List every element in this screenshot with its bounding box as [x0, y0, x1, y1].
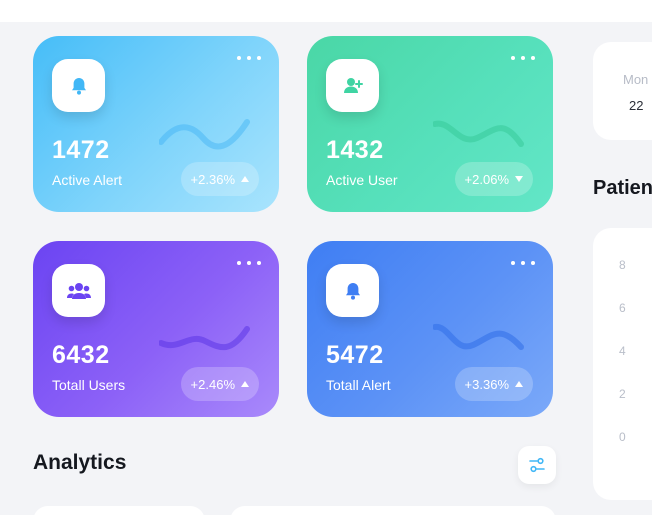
bell-icon: [71, 77, 86, 95]
total-users-card[interactable]: 6432 Totall Users +2.46%: [33, 241, 279, 417]
y-axis-tick: 2: [619, 387, 626, 401]
wave-decoration: [433, 120, 524, 147]
active-alert-change: +2.36%: [190, 171, 235, 187]
active-alert-count: 1472: [52, 136, 110, 164]
analytics-card: [33, 506, 205, 515]
active-user-change-pill: +2.06%: [454, 162, 533, 196]
y-axis-tick: 4: [619, 344, 626, 358]
users-group-icon: [66, 282, 91, 299]
total-alert-card[interactable]: 5472 Totall Alert +3.36%: [307, 241, 553, 417]
total-users-change-pill: +2.46%: [180, 367, 259, 401]
top-bar: [0, 0, 652, 22]
analytics-title: Analytics: [33, 451, 127, 474]
calendar-date: 22: [629, 98, 644, 113]
active-user-label: Active User: [326, 172, 398, 188]
trend-down-icon: [515, 176, 523, 182]
y-axis-tick: 8: [619, 258, 626, 272]
wave-decoration: [433, 324, 524, 350]
trend-up-icon: [241, 176, 249, 182]
total-users-icon-tile: [52, 264, 105, 317]
y-axis-tick: 0: [619, 430, 626, 444]
trend-up-icon: [241, 381, 249, 387]
wave-decoration: [159, 326, 250, 351]
active-alert-change-pill: +2.36%: [180, 162, 259, 196]
more-options-icon[interactable]: [237, 52, 261, 64]
active-alert-icon-tile: [52, 59, 105, 112]
more-options-icon[interactable]: [237, 257, 261, 269]
active-user-icon-tile: [326, 59, 379, 112]
trend-up-icon: [515, 381, 523, 387]
total-alert-count: 5472: [326, 341, 384, 369]
total-users-label: Totall Users: [52, 377, 126, 393]
total-alert-change: +3.36%: [464, 376, 509, 392]
active-user-card[interactable]: 1432 Active User +2.06%: [307, 36, 553, 212]
sliders-icon: [529, 457, 545, 473]
active-alert-label: Active Alert: [52, 172, 123, 188]
total-alert-label: Totall Alert: [326, 377, 391, 393]
wave-decoration: [159, 119, 250, 150]
total-alert-icon-tile: [326, 264, 379, 317]
bell-icon: [345, 282, 360, 300]
calendar-day: Mon: [623, 72, 649, 87]
patients-title: Patien: [593, 177, 652, 199]
active-user-change: +2.06%: [464, 171, 509, 187]
active-user-count: 1432: [326, 136, 384, 164]
calendar-card[interactable]: Mon 22: [593, 42, 652, 140]
active-alert-card[interactable]: 1472 Active Alert +2.36%: [33, 36, 279, 212]
more-options-icon[interactable]: [511, 257, 535, 269]
y-axis-tick: 6: [619, 301, 626, 315]
total-users-count: 6432: [52, 341, 110, 369]
user-add-icon: [343, 77, 363, 93]
patients-chart-card: 8 6 4 2 0: [593, 228, 652, 500]
total-alert-change-pill: +3.36%: [454, 367, 533, 401]
total-users-change: +2.46%: [190, 376, 235, 392]
more-options-icon[interactable]: [511, 52, 535, 64]
filter-button[interactable]: [518, 446, 556, 484]
analytics-card: [230, 506, 556, 515]
